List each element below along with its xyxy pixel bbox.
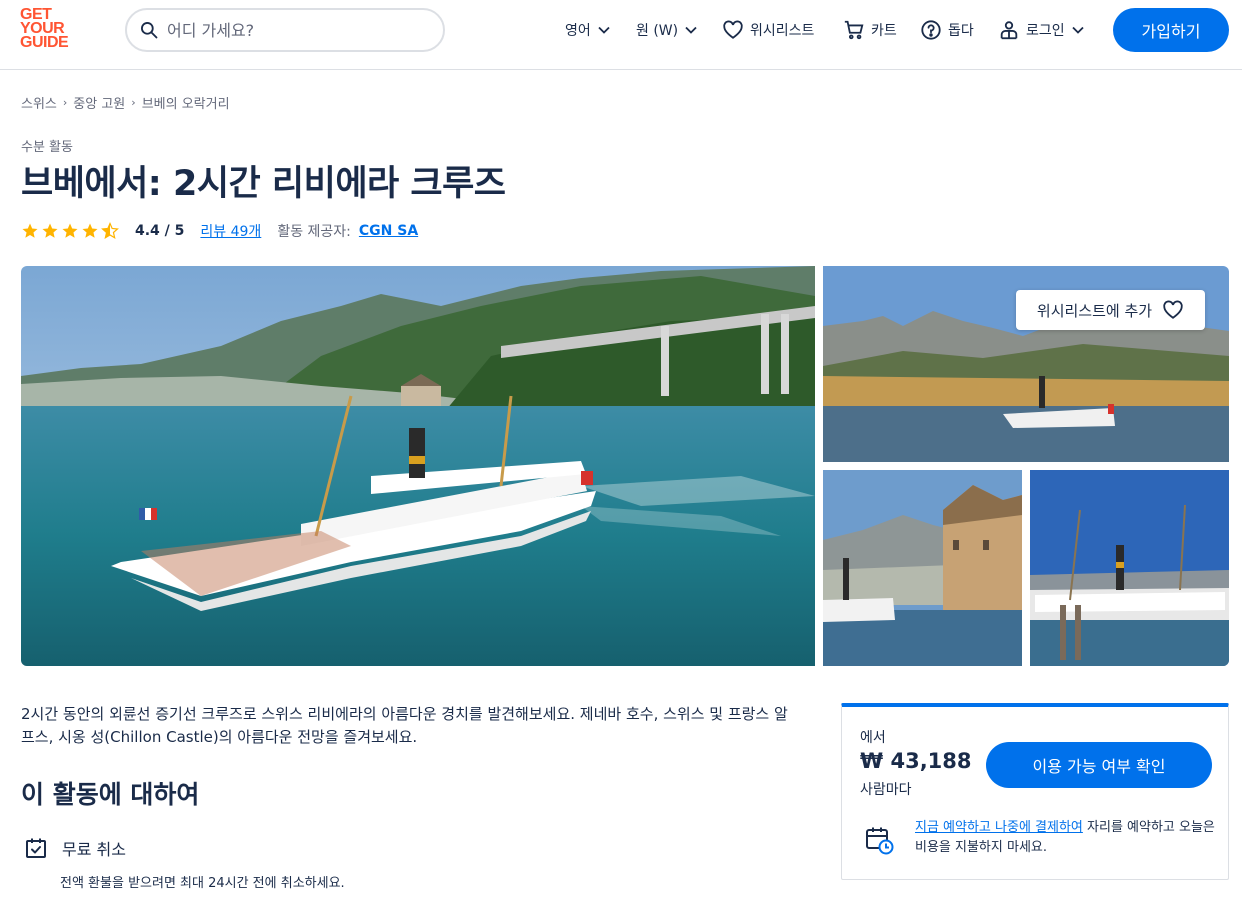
logo-line-3: GUIDE xyxy=(20,34,69,51)
chevron-down-icon xyxy=(598,26,610,34)
calendar-clock-icon xyxy=(866,827,894,855)
chevron-right-icon: › xyxy=(62,96,68,109)
chevron-right-icon: › xyxy=(131,96,136,109)
breadcrumb-item-country[interactable]: 스위스 xyxy=(21,93,57,112)
getyourguide-logo[interactable]: GET YOUR GUIDE xyxy=(20,7,80,56)
help-label: 돕다 xyxy=(948,23,974,39)
language-label: 영어 xyxy=(565,23,591,39)
cart-icon xyxy=(844,20,864,40)
booking-panel: 에서 ₩ 43,188 사람마다 이용 가능 여부 확인 지금 예약하고 나중에… xyxy=(841,703,1229,880)
login-menu[interactable]: 로그인 xyxy=(998,18,1085,42)
price-per-label: 사람마다 xyxy=(860,782,912,798)
breadcrumb: 스위스 › 중앙 고원 › 브베의 오락거리 xyxy=(21,93,230,112)
wishlist-link[interactable]: 위시리스트 xyxy=(722,18,814,42)
free-cancellation-title: 무료 취소 xyxy=(62,840,126,859)
activity-category: 수분 활동 xyxy=(21,140,73,155)
cart-label: 카트 xyxy=(871,23,897,39)
user-icon xyxy=(1000,21,1018,40)
star-rating xyxy=(21,222,119,240)
search-bar[interactable] xyxy=(125,8,445,52)
star-icon xyxy=(22,223,38,238)
activity-description: 2시간 동안의 외륜선 증기선 크루즈로 스위스 리비에라의 아름다운 경치를 … xyxy=(21,705,788,746)
cart-link[interactable]: 카트 xyxy=(843,18,897,42)
calendar-check-icon xyxy=(26,838,46,858)
star-icon xyxy=(42,223,58,238)
heart-icon xyxy=(723,20,743,39)
check-availability-button[interactable]: 이용 가능 여부 확인 xyxy=(986,742,1212,788)
site-header: GET YOUR GUIDE 영어 원 (W) 위시리스트 카트 돕다 로그인 … xyxy=(0,0,1242,70)
gallery-photo-steamer[interactable] xyxy=(1030,470,1229,666)
wishlist-label: 위시리스트 xyxy=(750,23,815,39)
price-from-label: 에서 xyxy=(860,730,886,746)
chevron-down-icon xyxy=(685,26,697,34)
currency-label: 원 (W) xyxy=(636,23,679,39)
breadcrumb-item-city[interactable]: 브베의 오락거리 xyxy=(142,93,230,112)
star-icon xyxy=(62,223,78,238)
steamer-pier-photo xyxy=(1030,470,1229,666)
reserve-now-pay-later-link[interactable]: 지금 예약하고 나중에 결제하여 xyxy=(915,820,1083,835)
login-label: 로그인 xyxy=(1026,23,1065,39)
rating-value: 4.4 / 5 xyxy=(135,223,185,239)
chevron-down-icon xyxy=(1072,26,1084,34)
star-icon xyxy=(82,223,98,238)
help-icon xyxy=(921,20,941,40)
provider-link[interactable]: CGN SA xyxy=(359,223,418,239)
reviews-link[interactable]: 리뷰 49개 xyxy=(200,221,261,241)
provider-label: 활동 제공자: xyxy=(277,224,351,240)
gallery-photo-castle[interactable] xyxy=(823,470,1022,666)
currency-selector[interactable]: 원 (W) xyxy=(636,18,698,42)
gallery-main-photo[interactable] xyxy=(21,266,815,666)
free-cancellation-feature: 무료 취소 xyxy=(24,836,126,860)
breadcrumb-item-region[interactable]: 중앙 고원 xyxy=(73,93,125,112)
search-icon xyxy=(141,22,158,39)
heart-icon xyxy=(1163,300,1183,319)
search-input[interactable] xyxy=(167,20,427,40)
signup-button[interactable]: 가입하기 xyxy=(1113,8,1229,52)
help-link[interactable]: 돕다 xyxy=(920,18,974,42)
steamboat-lake-photo xyxy=(21,266,815,666)
add-to-wishlist-button[interactable]: 위시리스트에 추가 xyxy=(1016,290,1205,330)
reserve-now-pay-later-text: 지금 예약하고 나중에 결제하여 자리를 예약하고 오늘은 비용을 지불하지 마… xyxy=(915,818,1215,858)
free-cancellation-description: 전액 환불을 받으려면 최대 24시간 전에 취소하세요. xyxy=(60,876,345,891)
half-star-icon xyxy=(101,222,119,239)
language-selector[interactable]: 영어 xyxy=(565,18,611,42)
about-section-title: 이 활동에 대하여 xyxy=(21,780,200,809)
page-title: 브베에서: 2시간 리비에라 크루즈 xyxy=(21,164,506,204)
rating-row: 4.4 / 5 리뷰 49개 활동 제공자: CGN SA xyxy=(21,220,418,242)
price-value: ₩ 43,188 xyxy=(860,749,972,773)
castle-photo xyxy=(823,470,1022,666)
add-to-wishlist-label: 위시리스트에 추가 xyxy=(1036,301,1153,320)
